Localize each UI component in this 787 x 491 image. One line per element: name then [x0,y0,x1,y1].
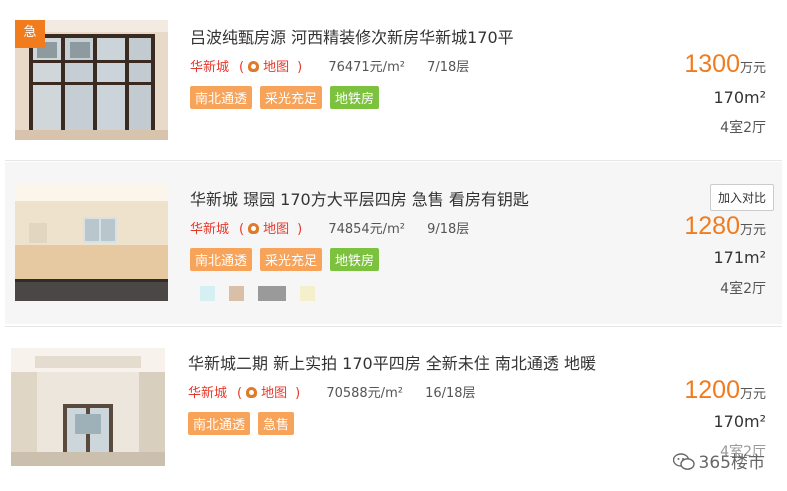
unit-price: 76471元/m² [328,60,405,75]
add-to-compare-button[interactable]: 加入对比 [709,184,774,211]
total-price: 1200万元 [684,376,766,404]
wechat-icon [672,453,695,471]
floor-area: 170m² [713,88,766,107]
feature-tags: 南北通透 采光充足 地铁房 [190,86,387,109]
swatch [300,286,315,301]
divider [5,160,782,161]
total-price: 1300万元 [684,50,766,78]
tag: 采光充足 [260,86,323,109]
listing-card[interactable]: 急 吕波纯甄房源 河西精装修次新房华新城170平 华新城(地图) 76471元/… [5,0,782,158]
urgent-badge: 急 [15,20,45,48]
total-price: 1280万元 [684,212,766,240]
map-link[interactable]: 地图 [248,222,289,237]
room-layout: 4室2厅 [720,281,766,297]
floor-info: 9/18层 [427,222,470,237]
divider [5,326,782,327]
listing-card[interactable]: 华新城二期 新上实拍 170平四房 全新未住 南北通透 地暖 华新城(地图) 7… [5,328,782,491]
tag: 急售 [258,412,295,435]
listing-title[interactable]: 华新城二期 新上实拍 170平四房 全新未住 南北通透 地暖 [188,350,596,374]
tag: 南北通透 [188,412,251,435]
listing-meta: 华新城(地图) 70588元/m² 16/18层 [188,386,476,401]
unit-price: 74854元/m² [328,222,405,237]
district-link[interactable]: 华新城 [188,386,227,401]
listing-meta: 华新城(地图) 76471元/m² 7/18层 [190,60,470,75]
floor-area: 171m² [713,248,766,267]
listing-photo[interactable]: 急 [15,20,168,140]
map-link[interactable]: 地图 [246,386,287,401]
listing-photo[interactable] [11,348,165,466]
tag: 地铁房 [330,86,380,109]
tag: 采光充足 [260,248,323,271]
color-swatches [200,286,329,305]
feature-tags: 南北通透 采光充足 地铁房 [190,248,387,271]
district-link[interactable]: 华新城 [190,222,229,237]
floor-area: 170m² [713,412,766,431]
map-pin-icon [248,61,260,72]
watermark: 365楼市 [672,448,765,473]
swatch [200,286,215,301]
tag: 南北通透 [190,248,253,271]
listing-meta: 华新城(地图) 74854元/m² 9/18层 [190,222,470,237]
tag: 地铁房 [330,248,380,271]
room-layout: 4室2厅 [720,120,766,136]
unit-price: 70588元/m² [326,386,403,401]
listing-title[interactable]: 吕波纯甄房源 河西精装修次新房华新城170平 [190,24,514,48]
district-link[interactable]: 华新城 [190,60,229,75]
swatch [229,286,244,301]
listing-title[interactable]: 华新城 璟园 170方大平层四房 急售 看房有钥匙 [190,186,529,210]
listing-card[interactable]: 华新城 璟园 170方大平层四房 急售 看房有钥匙 华新城(地图) 74854元… [5,162,782,324]
listing-photo[interactable] [15,183,168,301]
map-pin-icon [248,223,260,234]
map-link[interactable]: 地图 [248,60,289,75]
map-pin-icon [246,387,258,398]
floor-info: 16/18层 [425,386,476,401]
feature-tags: 南北通透 急售 [188,412,302,435]
tag: 南北通透 [190,86,253,109]
swatch [258,286,286,301]
floor-info: 7/18层 [427,60,470,75]
